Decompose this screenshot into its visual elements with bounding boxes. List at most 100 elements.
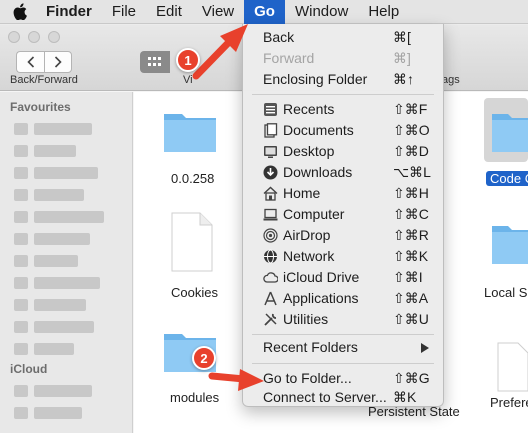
sidebar-heading-icloud: iCloud bbox=[10, 362, 48, 376]
menu-item-go-to-folder[interactable]: Go to Folder... ⇧⌘G bbox=[243, 368, 443, 389]
menu-item-shortcut: ⇧⌘I bbox=[393, 269, 423, 285]
network-icon bbox=[264, 249, 277, 264]
menu-go[interactable]: Go bbox=[244, 0, 285, 24]
menu-item-label: Home bbox=[283, 185, 321, 201]
sidebar-item[interactable] bbox=[14, 406, 82, 420]
download-icon bbox=[263, 165, 278, 180]
sidebar-item[interactable] bbox=[14, 232, 90, 246]
menu-file[interactable]: File bbox=[102, 0, 146, 24]
menu-edit[interactable]: Edit bbox=[146, 0, 192, 24]
file-name[interactable]: modules bbox=[170, 390, 219, 405]
icon-view-button[interactable] bbox=[140, 51, 170, 73]
menu-item-label: Documents bbox=[283, 122, 354, 138]
menu-item-recent-folders[interactable]: Recent Folders bbox=[243, 337, 443, 358]
step-badge-1: 1 bbox=[176, 48, 200, 72]
menu-item-home[interactable]: Home ⇧⌘H bbox=[243, 183, 443, 204]
menu-finder[interactable]: Finder bbox=[40, 0, 102, 24]
document-icon[interactable] bbox=[496, 342, 528, 392]
menu-item-recents[interactable]: Recents ⇧⌘F bbox=[243, 99, 443, 120]
menu-item-back[interactable]: Back ⌘[ bbox=[243, 27, 443, 48]
menu-item-shortcut: ⌘↑ bbox=[393, 71, 414, 87]
menu-item-label: Applications bbox=[283, 290, 359, 306]
minimize-window-button[interactable] bbox=[28, 31, 40, 43]
menu-item-label: Recent Folders bbox=[263, 339, 358, 355]
menu-item-shortcut: ⇧⌘D bbox=[393, 143, 429, 159]
airdrop-icon bbox=[263, 228, 278, 243]
menu-item-shortcut: ⌘[ bbox=[393, 29, 411, 45]
menu-item-network[interactable]: Network ⇧⌘K bbox=[243, 246, 443, 267]
file-name[interactable]: Cookies bbox=[171, 285, 218, 300]
utilities-icon bbox=[264, 313, 277, 326]
documents-icon bbox=[264, 123, 278, 138]
go-menu-dropdown: Back ⌘[ Forward ⌘] Enclosing Folder ⌘↑ R… bbox=[242, 24, 444, 407]
back-forward-label: Back/Forward bbox=[10, 74, 78, 86]
menu-item-computer[interactable]: Computer ⇧⌘C bbox=[243, 204, 443, 225]
sidebar: Favourites iCloud bbox=[0, 92, 133, 433]
forward-button[interactable] bbox=[44, 51, 72, 73]
menu-separator bbox=[252, 363, 434, 364]
sidebar-item[interactable] bbox=[14, 166, 98, 180]
menu-item-applications[interactable]: Applications ⇧⌘A bbox=[243, 288, 443, 309]
sidebar-item[interactable] bbox=[14, 276, 100, 290]
menu-item-shortcut: ⇧⌘R bbox=[393, 227, 429, 243]
menu-item-label: Back bbox=[263, 29, 295, 45]
zoom-window-button[interactable] bbox=[48, 31, 60, 43]
menu-item-shortcut: ⇧⌘G bbox=[393, 370, 430, 386]
menu-window[interactable]: Window bbox=[285, 0, 358, 24]
menu-item-desktop[interactable]: Desktop ⇧⌘D bbox=[243, 141, 443, 162]
menu-item-shortcut: ⇧⌘O bbox=[393, 122, 430, 138]
menu-item-label: Enclosing Folder bbox=[263, 71, 368, 87]
file-name-selected[interactable]: Code C bbox=[486, 171, 528, 186]
menu-item-downloads[interactable]: Downloads ⌥⌘L bbox=[243, 162, 443, 183]
menu-item-shortcut: ⇧⌘K bbox=[393, 248, 429, 264]
document-icon[interactable] bbox=[170, 212, 214, 272]
menu-item-label: Forward bbox=[263, 50, 315, 66]
cloud-icon bbox=[263, 272, 278, 283]
menu-item-shortcut: ⇧⌘F bbox=[393, 101, 428, 117]
tags-label: ags bbox=[442, 74, 460, 86]
file-name[interactable]: 0.0.258 bbox=[171, 171, 214, 186]
file-name[interactable]: Prefere bbox=[490, 395, 528, 410]
chevron-right-icon bbox=[54, 56, 62, 68]
sidebar-item[interactable] bbox=[14, 384, 92, 398]
menu-item-connect-to-server[interactable]: Connect to Server... ⌘K bbox=[243, 387, 443, 408]
view-label: Vi bbox=[183, 74, 193, 86]
folder-icon[interactable] bbox=[490, 220, 528, 266]
sidebar-item[interactable] bbox=[14, 210, 104, 224]
menu-item-label: iCloud Drive bbox=[283, 269, 360, 285]
apple-menu-icon[interactable] bbox=[0, 0, 40, 24]
menu-item-label: Connect to Server... bbox=[263, 389, 387, 405]
close-window-button[interactable] bbox=[8, 31, 20, 43]
file-name[interactable]: Local S bbox=[484, 285, 527, 300]
sidebar-item[interactable] bbox=[14, 188, 84, 202]
sidebar-item[interactable] bbox=[14, 144, 76, 158]
menu-item-label: AirDrop bbox=[283, 227, 331, 243]
menu-item-shortcut: ⇧⌘A bbox=[393, 290, 429, 306]
menu-separator bbox=[252, 334, 434, 335]
desktop-icon bbox=[264, 146, 277, 158]
menu-item-shortcut: ⌘] bbox=[393, 50, 411, 66]
menu-item-utilities[interactable]: Utilities ⇧⌘U bbox=[243, 309, 443, 330]
sidebar-item[interactable] bbox=[14, 342, 74, 356]
menu-help[interactable]: Help bbox=[358, 0, 409, 24]
back-button[interactable] bbox=[16, 51, 44, 73]
computer-icon bbox=[263, 208, 278, 221]
folder-icon[interactable] bbox=[490, 108, 528, 154]
folder-icon[interactable] bbox=[162, 108, 218, 154]
menu-item-shortcut: ⇧⌘H bbox=[393, 185, 429, 201]
clock-list-icon bbox=[264, 103, 277, 116]
sidebar-item[interactable] bbox=[14, 298, 86, 312]
menu-view[interactable]: View bbox=[192, 0, 244, 24]
sidebar-item[interactable] bbox=[14, 320, 94, 334]
menu-item-documents[interactable]: Documents ⇧⌘O bbox=[243, 120, 443, 141]
sidebar-item[interactable] bbox=[14, 122, 92, 136]
sidebar-item[interactable] bbox=[14, 254, 78, 268]
menu-item-enclosing-folder[interactable]: Enclosing Folder ⌘↑ bbox=[243, 69, 443, 90]
window-controls bbox=[8, 31, 60, 43]
menu-separator bbox=[252, 94, 434, 95]
menu-item-label: Network bbox=[283, 248, 335, 264]
menu-item-airdrop[interactable]: AirDrop ⇧⌘R bbox=[243, 225, 443, 246]
menu-item-forward: Forward ⌘] bbox=[243, 48, 443, 69]
menu-item-icloud-drive[interactable]: iCloud Drive ⇧⌘I bbox=[243, 267, 443, 288]
menu-item-label: Desktop bbox=[283, 143, 335, 159]
